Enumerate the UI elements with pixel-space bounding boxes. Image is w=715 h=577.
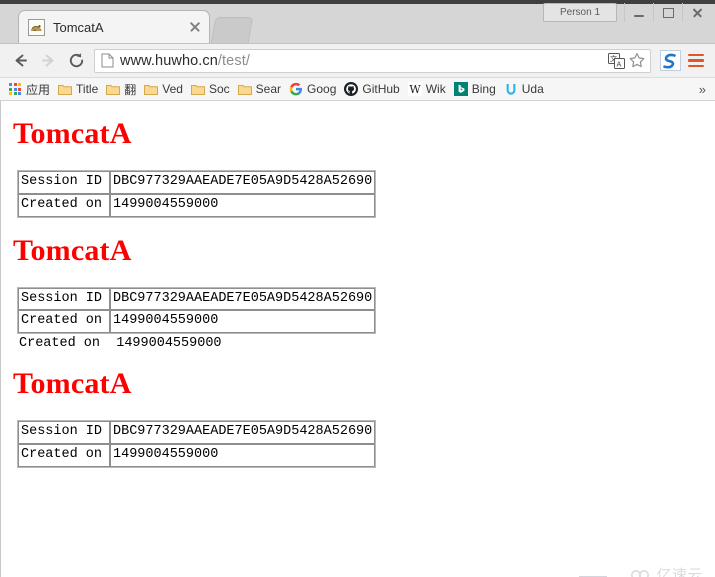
bookmark-item-soc[interactable]: Soc: [188, 81, 235, 97]
browser-tab[interactable]: TomcatA: [18, 10, 210, 43]
bookmarks-overflow-button[interactable]: »: [694, 82, 711, 97]
session-id-label: Session ID: [18, 288, 110, 311]
session-section: TomcatA Session ID DBC977329AAEADE7E05A9…: [1, 119, 715, 218]
menu-line: [688, 54, 704, 57]
bookmark-item-sear[interactable]: Sear: [235, 81, 286, 97]
bookmark-star-icon[interactable]: [628, 52, 646, 69]
menu-line: [688, 65, 704, 68]
bookmark-label: Bing: [472, 82, 496, 96]
svg-text:W: W: [409, 83, 421, 96]
omnibox-actions: 文 A: [608, 52, 646, 69]
session-table: Session ID DBC977329AAEADE7E05A9D5428A52…: [17, 287, 376, 335]
table-row: Created on 1499004559000: [18, 444, 375, 467]
session-table: Session ID DBC977329AAEADE7E05A9D5428A52…: [17, 420, 376, 468]
bookmark-label: Goog: [307, 82, 336, 96]
url-host: www.huwho.cn: [120, 53, 218, 69]
browser-window: TomcatA Person 1: [0, 0, 715, 576]
menu-line: [688, 59, 704, 62]
page-title: TomcatA: [13, 369, 715, 399]
bookmark-label: Wik: [426, 82, 446, 96]
folder-icon: [144, 82, 158, 96]
created-on-label: Created on: [18, 194, 110, 217]
page-title: TomcatA: [13, 119, 715, 149]
bookmark-label: 翻: [124, 81, 136, 98]
session-id-value: DBC977329AAEADE7E05A9D5428A52690: [110, 171, 375, 194]
bookmark-label: GitHub: [362, 82, 399, 96]
folder-icon: [238, 82, 252, 96]
udacity-icon: [504, 82, 518, 96]
bookmark-item-title[interactable]: Title: [55, 81, 103, 97]
session-id-value: DBC977329AAEADE7E05A9D5428A52690: [110, 421, 375, 444]
created-on-value: 1499004559000: [110, 444, 375, 467]
bing-icon: [454, 82, 468, 96]
tab-close-icon[interactable]: [187, 19, 203, 35]
translate-icon[interactable]: 文 A: [608, 53, 625, 69]
window-controls: Person 1: [543, 3, 711, 22]
minimize-icon[interactable]: [624, 3, 653, 22]
tab-strip: TomcatA Person 1: [0, 0, 715, 44]
bookmark-item-ved[interactable]: Ved: [141, 81, 188, 97]
session-id-label: Session ID: [18, 171, 110, 194]
new-tab-button[interactable]: [211, 17, 254, 43]
page-viewport: TomcatA Session ID DBC977329AAEADE7E05A9…: [0, 101, 715, 577]
folder-icon: [58, 82, 72, 96]
bookmark-label: Uda: [522, 82, 544, 96]
bookmark-label: Title: [76, 82, 98, 96]
table-row: Created on 1499004559000: [18, 310, 375, 333]
google-icon: [289, 82, 303, 96]
created-on-label: Created on: [18, 444, 110, 467]
tab-title: TomcatA: [53, 20, 187, 35]
forward-arrow-icon[interactable]: [34, 47, 62, 75]
page-title: TomcatA: [13, 236, 715, 266]
session-id-label: Session ID: [18, 421, 110, 444]
maximize-icon[interactable]: [653, 3, 682, 22]
bookmarks-bar: 应用 Title 翻 Ved Soc: [0, 78, 715, 101]
table-row: Created on 1499004559000: [18, 194, 375, 217]
page-document-icon: [101, 53, 114, 68]
sogou-extension-icon[interactable]: [659, 50, 681, 72]
bookmark-item-bing[interactable]: Bing: [451, 81, 501, 97]
table-row: Session ID DBC977329AAEADE7E05A9D5428A52…: [18, 171, 375, 194]
bookmark-label: Sear: [256, 82, 281, 96]
table-row: Session ID DBC977329AAEADE7E05A9D5428A52…: [18, 421, 375, 444]
created-on-label: Created on: [18, 310, 110, 333]
session-section: TomcatA Session ID DBC977329AAEADE7E05A9…: [1, 369, 715, 468]
browser-toolbar: www.huwho.cn/test/ 文 A: [0, 44, 715, 78]
created-on-value: 1499004559000: [110, 194, 375, 217]
session-table: Session ID DBC977329AAEADE7E05A9D5428A52…: [17, 170, 376, 218]
wikipedia-icon: W: [408, 82, 422, 96]
address-bar[interactable]: www.huwho.cn/test/ 文 A: [94, 49, 651, 73]
apps-grid-icon: [8, 82, 22, 96]
github-icon: [344, 82, 358, 96]
page-content: TomcatA Session ID DBC977329AAEADE7E05A9…: [1, 119, 715, 577]
reload-icon[interactable]: [62, 47, 90, 75]
folder-icon: [191, 82, 205, 96]
bookmark-item-udacity[interactable]: Uda: [501, 81, 549, 97]
bookmark-label: Soc: [209, 82, 230, 96]
svg-text:A: A: [617, 60, 622, 68]
bookmark-label: Ved: [162, 82, 183, 96]
folder-icon: [106, 82, 120, 96]
bookmark-item-fanyi[interactable]: 翻: [103, 80, 141, 99]
created-on-value: 1499004559000: [110, 310, 375, 333]
back-arrow-icon[interactable]: [6, 47, 34, 75]
bookmark-item-github[interactable]: GitHub: [341, 81, 404, 97]
tomcat-favicon: [28, 19, 45, 36]
bookmark-item-apps[interactable]: 应用: [5, 80, 55, 99]
url-path: /test/: [218, 53, 250, 69]
session-id-value: DBC977329AAEADE7E05A9D5428A52690: [110, 288, 375, 311]
watermark-text: 亿速云: [656, 564, 703, 577]
person-chip[interactable]: Person 1: [543, 3, 617, 22]
bookmark-label: 应用: [26, 81, 50, 98]
created-on-text-line: Created on 1499004559000: [19, 336, 715, 351]
table-row: Session ID DBC977329AAEADE7E05A9D5428A52…: [18, 288, 375, 311]
watermark: 亿速云: [630, 564, 703, 577]
close-icon[interactable]: [682, 3, 711, 22]
bookmark-item-wikipedia[interactable]: W Wik: [405, 81, 451, 97]
url-text: www.huwho.cn/test/: [120, 53, 608, 69]
session-section: TomcatA Session ID DBC977329AAEADE7E05A9…: [1, 236, 715, 352]
bookmark-item-google[interactable]: Goog: [286, 81, 341, 97]
chrome-menu-icon[interactable]: [683, 48, 709, 74]
